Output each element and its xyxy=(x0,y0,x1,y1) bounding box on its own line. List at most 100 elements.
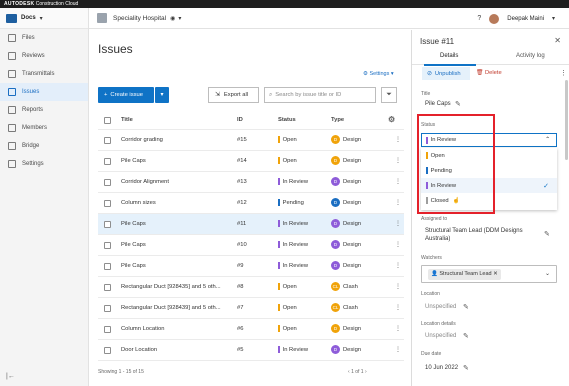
status-option-in-review[interactable]: In Review ✓ xyxy=(421,178,557,193)
table-row[interactable]: Corridor grading #15 Open D Design ⋮ xyxy=(98,130,404,151)
chevron-down-icon[interactable]: ▾ xyxy=(178,15,181,22)
type-badge: D xyxy=(331,155,340,165)
issue-title[interactable]: Rectangular Duct [928435] and 5 oth... xyxy=(121,277,233,298)
row-checkbox[interactable] xyxy=(104,284,111,291)
issue-title[interactable]: Pile Caps xyxy=(121,235,233,256)
table-row[interactable]: Rectangular Duct [928439] and 5 oth... #7… xyxy=(98,298,404,319)
issue-title[interactable]: Pile Caps xyxy=(121,151,233,172)
row-checkbox[interactable] xyxy=(104,263,111,270)
sidebar-item-settings[interactable]: Settings xyxy=(0,155,88,173)
row-checkbox[interactable] xyxy=(104,326,111,333)
select-all-checkbox[interactable] xyxy=(104,117,111,124)
edit-title-icon[interactable]: ✎ xyxy=(455,100,461,108)
row-more-options-icon[interactable]: ⋮ xyxy=(395,214,401,235)
edit-assigned-icon[interactable]: ✎ xyxy=(544,230,550,238)
status-label: Status xyxy=(421,122,436,128)
table-row[interactable]: Door Location #5 In Review D Design ⋮ xyxy=(98,340,404,361)
export-all-button[interactable]: ⇲ Export all xyxy=(208,87,259,103)
column-settings-gear-icon[interactable]: ⚙ xyxy=(388,110,395,130)
status-option-pending[interactable]: Pending xyxy=(421,163,557,178)
row-checkbox[interactable] xyxy=(104,137,111,144)
issue-title[interactable]: Column sizes xyxy=(121,193,233,214)
sidebar-item-files[interactable]: Files xyxy=(0,29,88,47)
user-name[interactable]: Deepak Maini xyxy=(507,16,544,22)
more-options-icon[interactable]: ⋮ xyxy=(560,67,567,80)
issue-title[interactable]: Corridor grading xyxy=(121,130,233,151)
row-checkbox[interactable] xyxy=(104,179,111,186)
status-option-closed[interactable]: Closed ☝ xyxy=(421,193,557,208)
filter-button[interactable]: ⏷ xyxy=(381,87,397,103)
row-more-options-icon[interactable]: ⋮ xyxy=(395,319,401,340)
create-issue-button[interactable]: + Create issue xyxy=(98,87,154,103)
row-checkbox[interactable] xyxy=(104,158,111,165)
issue-title[interactable]: Door Location xyxy=(121,340,233,361)
row-checkbox[interactable] xyxy=(104,305,111,312)
row-checkbox[interactable] xyxy=(104,221,111,228)
remove-chip-icon[interactable]: ✕ xyxy=(492,271,498,277)
table-row[interactable]: Column sizes #12 Pending D Design ⋮ xyxy=(98,193,404,214)
location-value[interactable]: Unspecified xyxy=(425,304,456,310)
tab-activity-log[interactable]: Activity log xyxy=(516,53,545,59)
avatar[interactable] xyxy=(489,13,500,24)
panel-scrollbar[interactable] xyxy=(565,80,568,160)
app-switcher[interactable]: Docs ▾ xyxy=(0,8,88,29)
row-more-options-icon[interactable]: ⋮ xyxy=(395,172,401,193)
sidebar-item-members[interactable]: Members xyxy=(0,119,88,137)
sidebar-item-issues[interactable]: Issues xyxy=(0,83,88,101)
table-row[interactable]: Rectangular Duct [928435] and 5 oth... #8… xyxy=(98,277,404,298)
tab-details[interactable]: Details xyxy=(440,53,458,59)
row-more-options-icon[interactable]: ⋮ xyxy=(395,277,401,298)
settings-link[interactable]: ⚙ Settings ▾ xyxy=(363,71,394,77)
table-row[interactable]: Pile Caps #9 In Review D Design ⋮ xyxy=(98,256,404,277)
close-icon[interactable]: ✕ xyxy=(554,36,561,45)
sidebar-item-bridge[interactable]: Bridge xyxy=(0,137,88,155)
issue-title[interactable]: Column Location xyxy=(121,319,233,340)
edit-due-date-icon[interactable]: ✎ xyxy=(463,364,469,372)
table-row[interactable]: Pile Caps #14 Open D Design ⋮ xyxy=(98,151,404,172)
sidebar-item-reports[interactable]: Reports xyxy=(0,101,88,119)
edit-location-details-icon[interactable]: ✎ xyxy=(463,332,469,340)
due-date-value[interactable]: 10 Jun 2022 xyxy=(425,365,458,371)
collapse-sidebar-icon[interactable]: |← xyxy=(6,373,15,380)
status-dropdown[interactable]: In Review ⌃ xyxy=(421,133,557,147)
create-issue-dropdown-button[interactable]: ▾ xyxy=(155,87,169,103)
row-more-options-icon[interactable]: ⋮ xyxy=(395,151,401,172)
delete-button[interactable]: 🗑 Delete xyxy=(476,67,502,80)
row-more-options-icon[interactable]: ⋮ xyxy=(395,256,401,277)
title-value[interactable]: Pile Caps xyxy=(425,101,451,107)
location-details-value[interactable]: Unspecified xyxy=(425,333,456,339)
chevron-down-icon[interactable]: ▾ xyxy=(552,15,555,22)
project-name[interactable]: Speciality Hospital xyxy=(113,15,166,22)
table-row[interactable]: Corridor Alignment #13 In Review D Design ⋮ xyxy=(98,172,404,193)
assigned-value[interactable]: Structural Team Lead (DDM Designs Austra… xyxy=(425,227,537,243)
row-checkbox[interactable] xyxy=(104,242,111,249)
row-more-options-icon[interactable]: ⋮ xyxy=(395,193,401,214)
row-more-options-icon[interactable]: ⋮ xyxy=(395,340,401,361)
column-header-status[interactable]: Status xyxy=(278,110,296,130)
row-more-options-icon[interactable]: ⋮ xyxy=(395,235,401,256)
row-more-options-icon[interactable]: ⋮ xyxy=(395,130,401,151)
column-header-id[interactable]: ID xyxy=(237,110,243,130)
search-input[interactable]: ⌕ Search by issue title or ID xyxy=(264,87,376,103)
page-indicator: 1 of 1 xyxy=(351,369,364,375)
sidebar-item-transmittals[interactable]: Transmittals xyxy=(0,65,88,83)
column-header-type[interactable]: Type xyxy=(331,110,344,130)
row-more-options-icon[interactable]: ⋮ xyxy=(395,298,401,319)
row-checkbox[interactable] xyxy=(104,347,111,354)
status-option-open[interactable]: Open xyxy=(421,148,557,163)
table-row[interactable]: Column Location #6 Open D Design ⋮ xyxy=(98,319,404,340)
issue-title[interactable]: Corridor Alignment xyxy=(121,172,233,193)
column-header-title[interactable]: Title xyxy=(121,110,233,130)
help-icon[interactable]: ? xyxy=(477,15,481,22)
sidebar-item-reviews[interactable]: Reviews xyxy=(0,47,88,65)
issue-title[interactable]: Rectangular Duct [928439] and 5 oth... xyxy=(121,298,233,319)
unpublish-button[interactable]: ⊘ Unpublish xyxy=(422,67,470,80)
issue-title[interactable]: Pile Caps xyxy=(121,214,233,235)
row-checkbox[interactable] xyxy=(104,200,111,207)
edit-location-icon[interactable]: ✎ xyxy=(463,303,469,311)
issue-title[interactable]: Pile Caps xyxy=(121,256,233,277)
watchers-field[interactable]: 👤 Structural Team Lead ✕ ⌄ xyxy=(421,265,557,283)
chevron-right-icon[interactable]: › xyxy=(364,369,367,375)
table-row[interactable]: Pile Caps #10 In Review D Design ⋮ xyxy=(98,235,404,256)
table-row[interactable]: Pile Caps #11 In Review D Design ⋮ xyxy=(98,214,404,235)
